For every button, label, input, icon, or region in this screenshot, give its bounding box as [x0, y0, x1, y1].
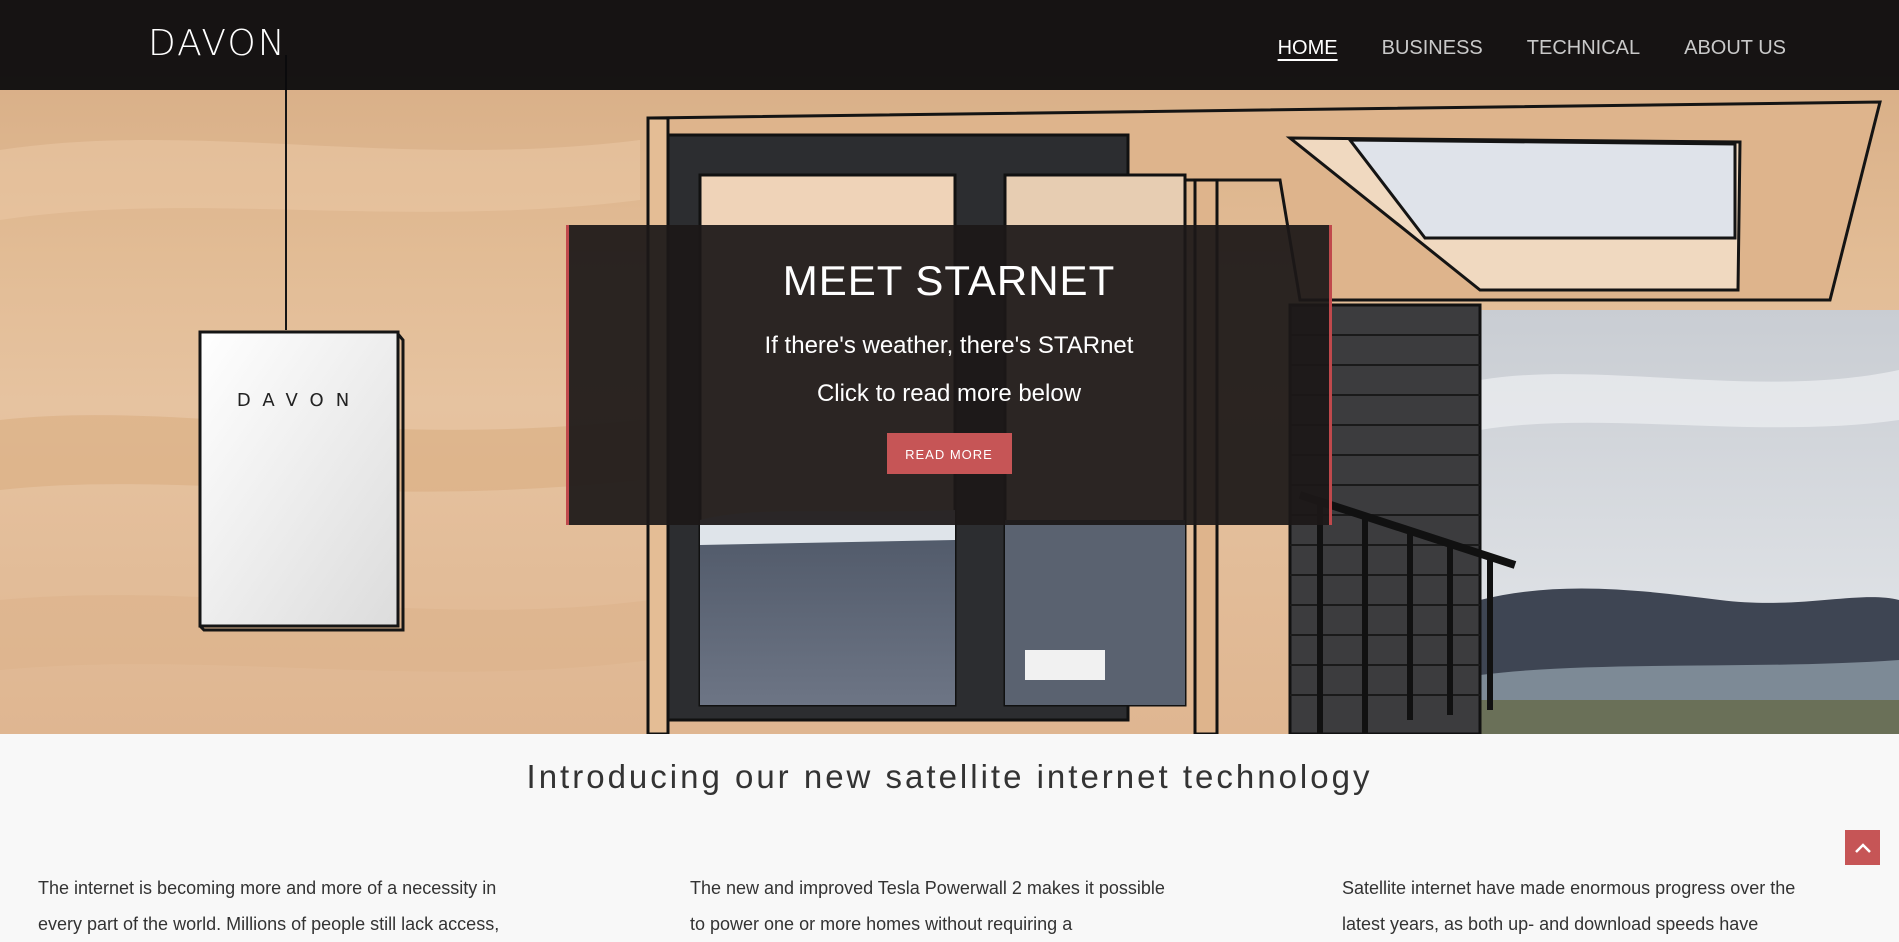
hero-subtitle-secondary: Click to read more below — [816, 380, 1082, 407]
intro-column-1: The internet is becoming more and more o… — [38, 878, 500, 934]
hero-card: MEET STARNET If there's weather, there's… — [566, 225, 1332, 525]
chevron-up-icon — [1854, 842, 1871, 853]
brand-logo[interactable]: DAVON — [148, 22, 287, 66]
hero-title: MEET STARNET — [782, 257, 1116, 304]
device-label: DAVON — [237, 390, 361, 411]
nav-item-about-us[interactable]: ABOUT US — [1684, 34, 1786, 62]
nav-item-business[interactable]: BUSINESS — [1382, 34, 1483, 62]
top-navbar: DAVON HOME BUSINESS TECHNICAL ABOUT US — [0, 0, 1899, 90]
read-more-button[interactable]: READ MORE — [886, 433, 1012, 474]
back-to-top-button[interactable] — [1845, 830, 1880, 865]
nav-item-home[interactable]: HOME — [1278, 34, 1338, 62]
intro-heading: Introducing our new satellite internet t… — [526, 758, 1373, 795]
hero-subtitle: If there's weather, there's STARnet — [764, 332, 1134, 359]
nav-item-technical[interactable]: TECHNICAL — [1527, 34, 1640, 62]
intro-column-2: The new and improved Tesla Powerwall 2 m… — [690, 878, 1165, 934]
intro-column-3: Satellite internet have made enormous pr… — [1342, 878, 1796, 934]
main-nav: HOME BUSINESS TECHNICAL ABOUT US — [1278, 34, 1786, 62]
